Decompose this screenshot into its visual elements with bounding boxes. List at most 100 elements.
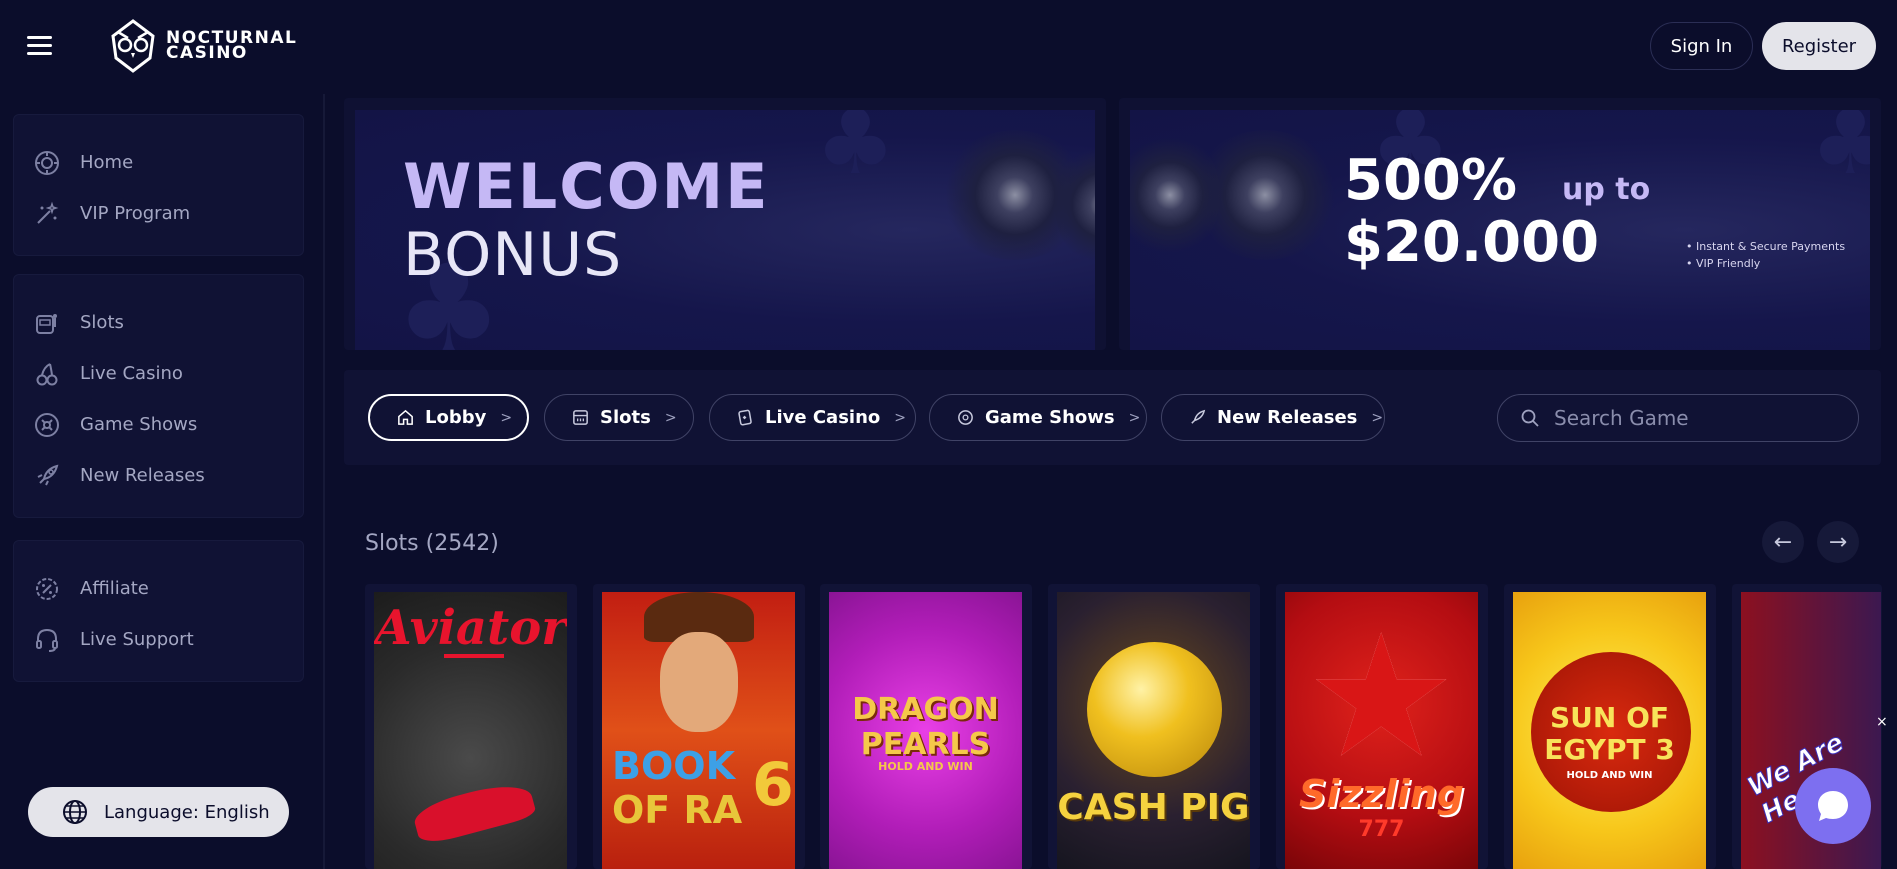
chevron-right-icon: > [894,409,907,426]
cards-icon [738,409,752,426]
tab-label: Game Shows [985,407,1115,428]
sidebar-item-label: Game Shows [80,414,198,435]
logo[interactable]: NOCTURNAL CASINO [108,18,297,74]
tab-game-shows[interactable]: Game Shows > [929,394,1147,441]
slot-machine-icon [36,313,57,334]
owl-logo-icon [111,19,155,73]
scroll-left-button[interactable]: ← [1762,521,1804,563]
search-icon [1521,409,1539,427]
language-button[interactable]: Language: English [28,787,289,837]
sidebar-item-label: Affiliate [80,578,149,599]
cherries-icon [36,362,58,385]
game-card[interactable]: SUN OF EGYPT 3 HOLD AND WIN [1504,584,1716,869]
chevron-right-icon: > [1371,409,1384,426]
promo-bullets: • Instant & Secure Payments • VIP Friend… [1686,240,1846,270]
signin-button[interactable]: Sign In [1650,22,1753,70]
sidebar-group-main: Home VIP Program [13,114,304,256]
register-button[interactable]: Register [1762,22,1876,70]
menu-icon[interactable] [27,36,52,56]
game-title: SUN OF EGYPT 3 [1544,701,1675,766]
rocket-icon [37,464,59,485]
sidebar-item-label: Slots [80,312,124,333]
slot-icon [573,410,588,425]
game-card[interactable]: BOOK OF RA 6 [593,584,805,869]
sidebar-group-support: Affiliate Live Support [13,540,304,682]
piggy-bank-shape [1087,642,1222,777]
sidebar-item-live-casino[interactable]: Live Casino [14,348,303,399]
tab-label: Lobby [425,407,487,428]
game-thumbnail: ★ Sizzling 777 [1285,592,1478,869]
sidebar-item-affiliate[interactable]: Affiliate [14,563,303,614]
tab-label: New Releases [1217,407,1358,428]
globe-icon [63,800,87,824]
chat-button[interactable] [1795,768,1871,844]
chevron-right-icon: > [664,409,677,426]
tab-label: Live Casino [765,407,881,428]
face-shape [660,632,738,732]
club-decoration-icon: ♣ [1810,110,1870,195]
game-card[interactable]: Aviator [365,584,577,869]
sidebar-item-slots[interactable]: Slots [14,297,303,348]
game-thumbnail: CASH PIG [1057,592,1250,869]
sidebar: Home VIP Program Slots Live Casino Game … [0,94,325,869]
game-card[interactable]: ★ Sizzling 777 [1276,584,1488,869]
sidebar-item-vip[interactable]: VIP Program [14,188,303,239]
magic-wand-icon [37,201,59,224]
promo-percent: 500% $20.000 [1344,148,1600,275]
promo-up-to: up to [1562,172,1651,207]
banner-welcome-line2: BONUS [403,220,623,290]
scroll-right-button[interactable]: → [1817,521,1859,563]
star-shape: ★ [1305,598,1458,796]
game-thumbnail: Aviator [374,592,567,869]
welcome-banner[interactable]: ♣ ♣ WELCOME BONUS [344,98,1106,350]
game-thumbnail: DRAGON PEARLS HOLD AND WIN [829,592,1022,869]
banner-welcome-line1: WELCOME [403,150,770,223]
home-icon [35,150,59,175]
arrow-right-icon: → [1828,529,1848,555]
game-title: Aviator [374,600,567,656]
sidebar-group-games: Slots Live Casino Game Shows New Release… [13,274,304,518]
wheel-icon [35,412,59,437]
game-thumbnail: SUN OF EGYPT 3 HOLD AND WIN [1513,592,1706,869]
percent-badge-icon [36,577,58,600]
top-header: NOCTURNAL CASINO Sign In Register [0,0,1897,94]
headset-icon [36,628,58,652]
sidebar-item-label: Live Support [80,629,194,650]
tab-live-casino[interactable]: Live Casino > [709,394,916,441]
sidebar-item-label: Live Casino [80,363,183,384]
sidebar-item-label: VIP Program [80,203,191,224]
sidebar-item-live-support[interactable]: Live Support [14,614,303,665]
owl-eye-image [1190,130,1340,260]
sidebar-item-home[interactable]: Home [14,137,303,188]
chevron-right-icon: > [500,409,513,426]
tab-new-releases[interactable]: New Releases > [1161,394,1385,441]
wheel-icon [958,410,973,425]
chevron-right-icon: > [1128,409,1141,426]
game-thumbnail: BOOK OF RA 6 [602,592,795,869]
club-decoration-icon: ♣ [815,110,896,195]
search-input[interactable] [1554,406,1844,430]
sidebar-item-label: Home [80,152,134,173]
arrow-left-icon: ← [1773,529,1793,555]
game-card[interactable]: CASH PIG [1048,584,1260,869]
game-title: DRAGON PEARLS [852,692,999,762]
section-title: Slots (2542) [365,531,499,556]
game-card[interactable]: DRAGON PEARLS HOLD AND WIN [820,584,1032,869]
promo-banner[interactable]: ♣ ♣ 500% $20.000 up to • Instant & Secur… [1119,98,1881,350]
sidebar-item-label: New Releases [80,465,205,486]
tab-slots[interactable]: Slots > [544,394,694,441]
house-icon [398,409,413,425]
search-box[interactable] [1497,394,1859,442]
game-title: Sizzling [1299,772,1464,816]
plane-shape [410,777,538,847]
language-label: Language: English [104,801,270,823]
sidebar-item-game-shows[interactable]: Game Shows [14,399,303,450]
tab-label: Slots [600,407,651,428]
sidebar-item-new-releases[interactable]: New Releases [14,450,303,501]
close-icon[interactable]: × [1876,714,1888,730]
rocket-icon [1191,409,1206,424]
tab-lobby[interactable]: Lobby > [368,394,529,441]
game-title: CASH PIG [1057,787,1250,828]
logo-line2: CASINO [166,43,248,63]
chat-bubble-icon [1818,791,1848,821]
